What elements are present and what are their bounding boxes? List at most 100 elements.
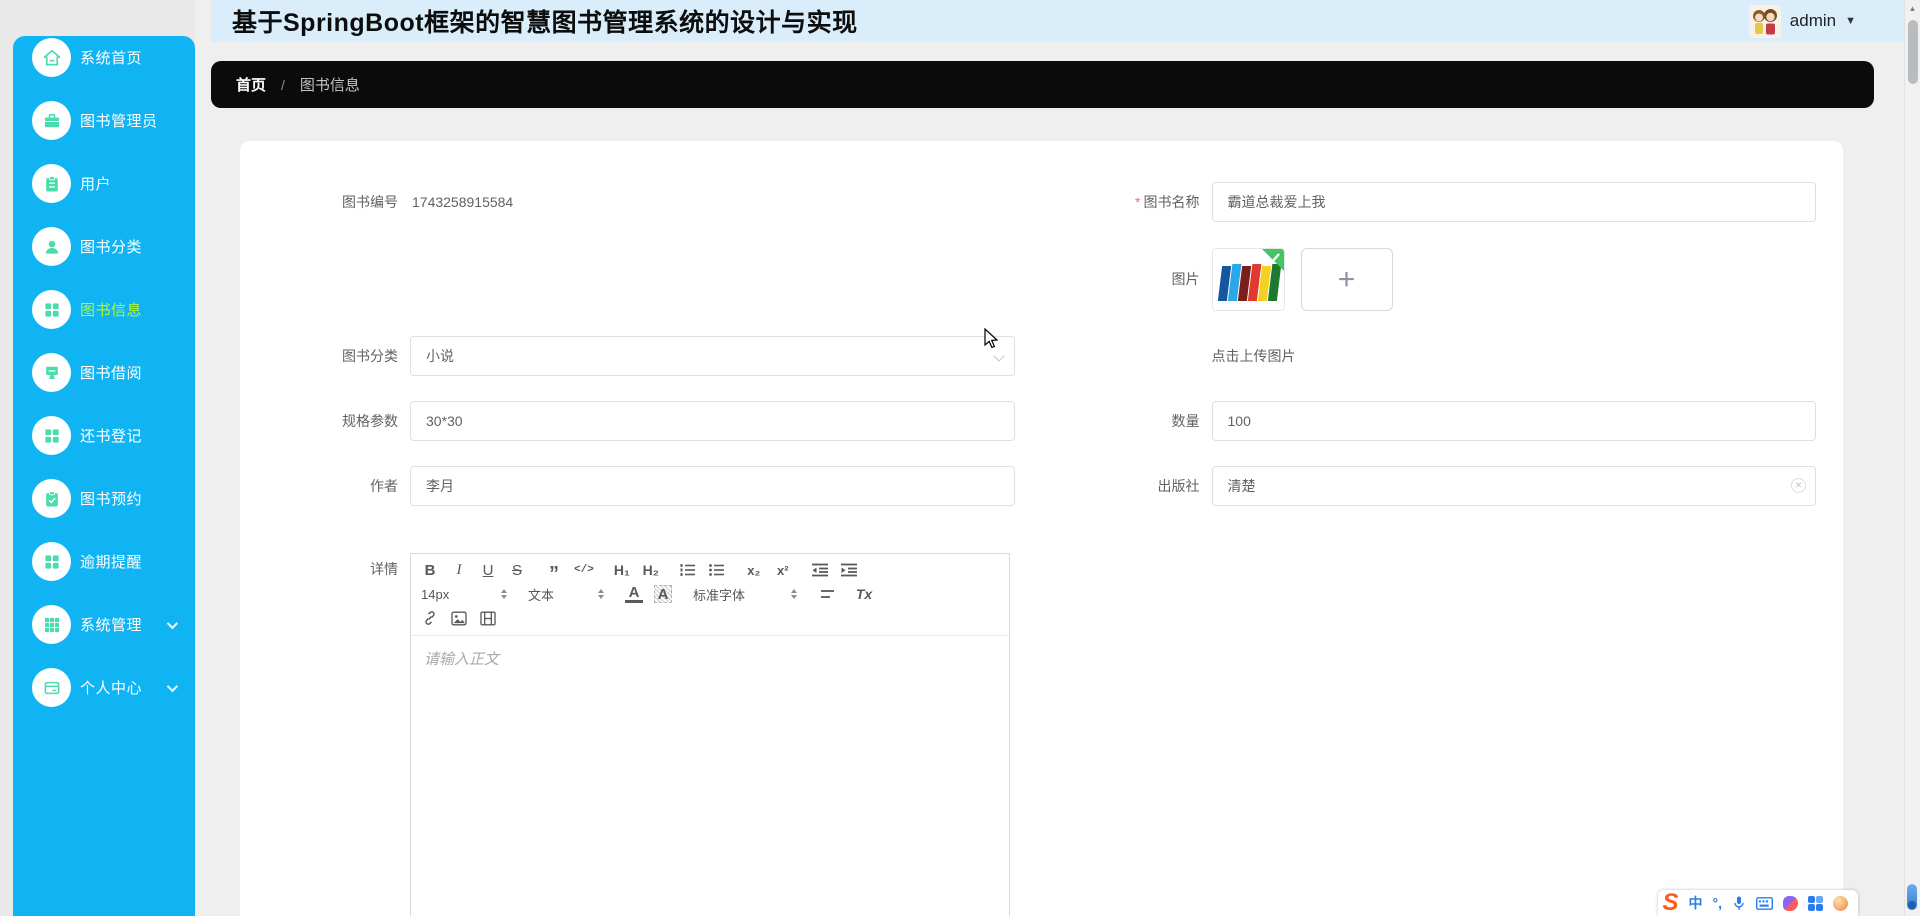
book-name-label: * 图书名称 [1135,194,1200,210]
category-select[interactable] [410,336,1015,376]
sidebar-item-users[interactable]: 用户 [13,152,195,215]
sidebar-menu: 系统首页 图书管理员 用户 图书分类 图书信息 图书借阅 还书登记 图书预约 逾… [13,36,195,719]
briefcase-icon [32,101,71,140]
upload-image-button[interactable]: + [1300,248,1393,311]
upload-hint: 点击上传图片 [1211,348,1296,364]
line-height-button[interactable] [818,584,836,604]
microphone-icon[interactable] [1732,895,1746,912]
toolbox-grid-icon[interactable] [1808,895,1823,911]
username: admin [1789,11,1837,30]
breadcrumb-current: 图书信息 [299,77,360,94]
required-asterisk: * [1135,194,1141,210]
font-color-button[interactable]: A [625,585,643,603]
sidebar-item-overdue[interactable]: 逾期提醒 [13,530,195,593]
editor-toolbar: B I U S ” </> H₁ H₂ x₂ x² 14px 文本 A A 标准… [411,554,1009,636]
vertical-scrollbar: ▲ [1904,0,1920,916]
font-family-select[interactable]: 标准字体 [693,585,797,604]
rich-text-editor: B I U S ” </> H₁ H₂ x₂ x² 14px 文本 A A 标准… [410,553,1010,916]
sidebar-item-book-reserve[interactable]: 图书预约 [13,467,195,530]
grid-icon [32,416,71,455]
link-button[interactable] [421,608,439,628]
sidebar-item-book-category[interactable]: 图书分类 [13,215,195,278]
scrollbar-thumb[interactable] [1908,20,1918,84]
keyboard-icon[interactable] [1756,896,1773,910]
indent-button[interactable] [840,560,858,580]
home-icon [32,38,71,77]
sidebar: 系统首页 图书管理员 用户 图书分类 图书信息 图书借阅 还书登记 图书预约 逾… [13,36,195,916]
author-label: 作者 [370,478,398,494]
strikethrough-button[interactable]: S [508,560,526,580]
publisher-input[interactable] [1211,466,1816,506]
clipboard-icon [32,164,71,203]
form-row: 详情 B I U S ” </> H₁ H₂ x₂ x² 14px 文本 A A… [240,553,1843,916]
highlight-color-button[interactable]: A [654,585,672,603]
plus-icon: + [1337,262,1356,296]
avatar [1748,4,1781,38]
italic-button[interactable]: I [450,560,468,580]
outdent-button[interactable] [811,560,829,580]
code-button[interactable]: </> [574,560,594,580]
uploaded-image-thumbnail[interactable] [1211,248,1285,311]
breadcrumb: 首页 / 图书信息 [211,61,1874,108]
heading1-button[interactable]: H₁ [613,560,631,580]
form-row: 作者 出版社 ✕ [240,466,1843,506]
editor-body[interactable]: 请输入正文 [411,636,1009,916]
font-size-select[interactable]: 14px [421,587,507,602]
quantity-input[interactable] [1211,401,1816,441]
caret-down-icon: ▼ [1845,15,1856,27]
skin-pinwheel-icon[interactable] [1783,895,1798,911]
grid9-icon [32,605,71,644]
underline-button[interactable]: U [479,560,497,580]
card-icon [32,668,71,707]
unordered-list-button[interactable] [708,560,726,580]
chevron-down-icon [166,680,179,692]
ime-mode-chinese[interactable]: 中 [1689,893,1703,913]
spec-label: 规格参数 [342,413,398,429]
blockquote-button[interactable]: ” [545,560,563,584]
sidebar-item-book-info[interactable]: 图书信息 [13,278,195,341]
board-icon [32,353,71,392]
clear-input-icon[interactable]: ✕ [1791,478,1806,493]
updown-caret-icon [791,589,797,599]
breadcrumb-home-link[interactable]: 首页 [236,74,266,95]
detail-label: 详情 [370,561,398,577]
subscript-button[interactable]: x₂ [745,560,763,580]
book-name-input[interactable] [1211,182,1816,222]
heading2-button[interactable]: H₂ [642,560,660,580]
video-button[interactable] [479,608,497,628]
image-button[interactable] [450,608,468,628]
content-area: 首页 / 图书信息 图书编号 1743258915584 * 图书名称 霸道总裁… [195,42,1920,916]
book-id-label: 图书编号 [342,194,398,210]
blue-pin-widget[interactable] [1907,884,1917,910]
superscript-button[interactable]: x² [774,560,792,580]
sidebar-item-book-borrow[interactable]: 图书借阅 [13,341,195,404]
user-dropdown[interactable]: admin ▼ [1748,4,1856,38]
ordered-list-button[interactable] [679,560,697,580]
page-title: 基于SpringBoot框架的智慧图书管理系统的设计与实现 [232,9,858,37]
clear-format-button[interactable]: Tx [855,584,873,604]
grid-icon [32,290,71,329]
publisher-label: 出版社 [1157,478,1200,494]
author-input[interactable] [410,466,1015,506]
clipboard-check-icon [32,479,71,518]
scroll-up-arrow[interactable]: ▲ [1905,0,1920,13]
sidebar-item-book-return[interactable]: 还书登记 [13,404,195,467]
ime-punctuation[interactable]: °, [1713,895,1723,911]
user-icon [32,227,71,266]
grid-icon [32,542,71,581]
editor-placeholder: 请输入正文 [424,651,500,668]
sidebar-item-home[interactable]: 系统首页 [13,36,195,89]
sogou-logo-icon[interactable]: S [1662,891,1678,915]
form-row: 图书编号 1743258915584 * 图书名称 [240,182,1843,222]
ime-toolbar: S 中 °, [1658,890,1858,916]
form-row: 规格参数 数量 [240,401,1843,441]
sidebar-item-system-manage[interactable]: 系统管理 [13,593,195,656]
category-label: 图书分类 [342,348,398,364]
text-style-select[interactable]: 文本 [528,585,604,604]
sidebar-item-librarian[interactable]: 图书管理员 [13,89,195,152]
form-row: 图片 + [240,248,1843,311]
spec-input[interactable] [410,401,1015,441]
sidebar-item-personal-center[interactable]: 个人中心 [13,656,195,719]
bold-button[interactable]: B [421,560,439,580]
emoji-icon[interactable] [1833,895,1848,911]
